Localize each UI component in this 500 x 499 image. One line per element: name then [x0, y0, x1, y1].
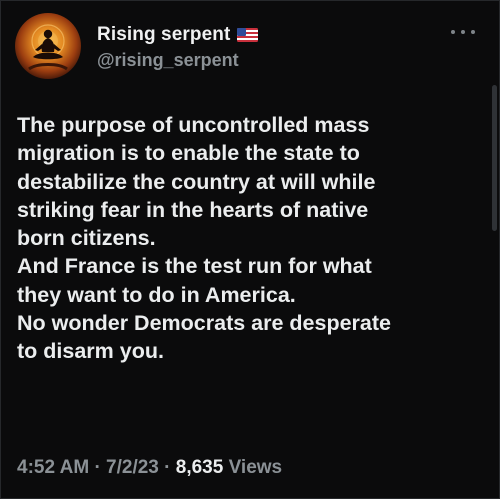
- tweet-text-line: striking fear in the hearts of native: [17, 197, 369, 222]
- tweet-text-line: No wonder Democrats are desperate: [17, 311, 391, 336]
- tweet-text-line: born citizens.: [17, 226, 156, 251]
- avatar[interactable]: [15, 13, 81, 79]
- scrollbar[interactable]: [492, 85, 497, 231]
- display-name[interactable]: Rising serpent: [97, 24, 230, 46]
- tweet-text-line: migration is to enable the state to: [17, 141, 360, 166]
- meta-separator: ·: [94, 457, 101, 478]
- views-label: Views: [228, 457, 283, 478]
- more-options-icon[interactable]: [451, 25, 475, 39]
- display-name-row: Rising serpent: [97, 23, 437, 47]
- author-names: Rising serpent @rising_serpent: [97, 23, 437, 71]
- views-count[interactable]: 8,635: [176, 457, 224, 478]
- tweet-date[interactable]: 7/2/23: [106, 457, 159, 478]
- tweet-card: Rising serpent @rising_serpent The purpo…: [0, 0, 500, 499]
- tweet-header: Rising serpent @rising_serpent: [15, 13, 487, 83]
- tweet-text: The purpose of uncontrolled mass migrati…: [17, 111, 485, 366]
- tweet-text-line: they want to do in America.: [17, 282, 296, 307]
- tweet-text-line: The purpose of uncontrolled mass: [17, 113, 370, 137]
- more-dot: [461, 30, 465, 34]
- tweet-text-line: And France is the test run for what: [17, 254, 372, 279]
- tweet-text-line: to disarm you.: [17, 339, 164, 364]
- more-dot: [451, 30, 455, 34]
- tweet-meta: 4:52 AM · 7/2/23 · 8,635 Views: [17, 457, 487, 479]
- meditating-figure-icon: [28, 24, 68, 71]
- more-dot: [471, 30, 475, 34]
- tweet-time[interactable]: 4:52 AM: [17, 457, 89, 478]
- tweet-text-line: destabilize the country at will while: [17, 169, 376, 194]
- meta-separator: ·: [164, 457, 171, 478]
- user-handle[interactable]: @rising_serpent: [97, 50, 437, 71]
- us-flag-icon: [237, 28, 259, 42]
